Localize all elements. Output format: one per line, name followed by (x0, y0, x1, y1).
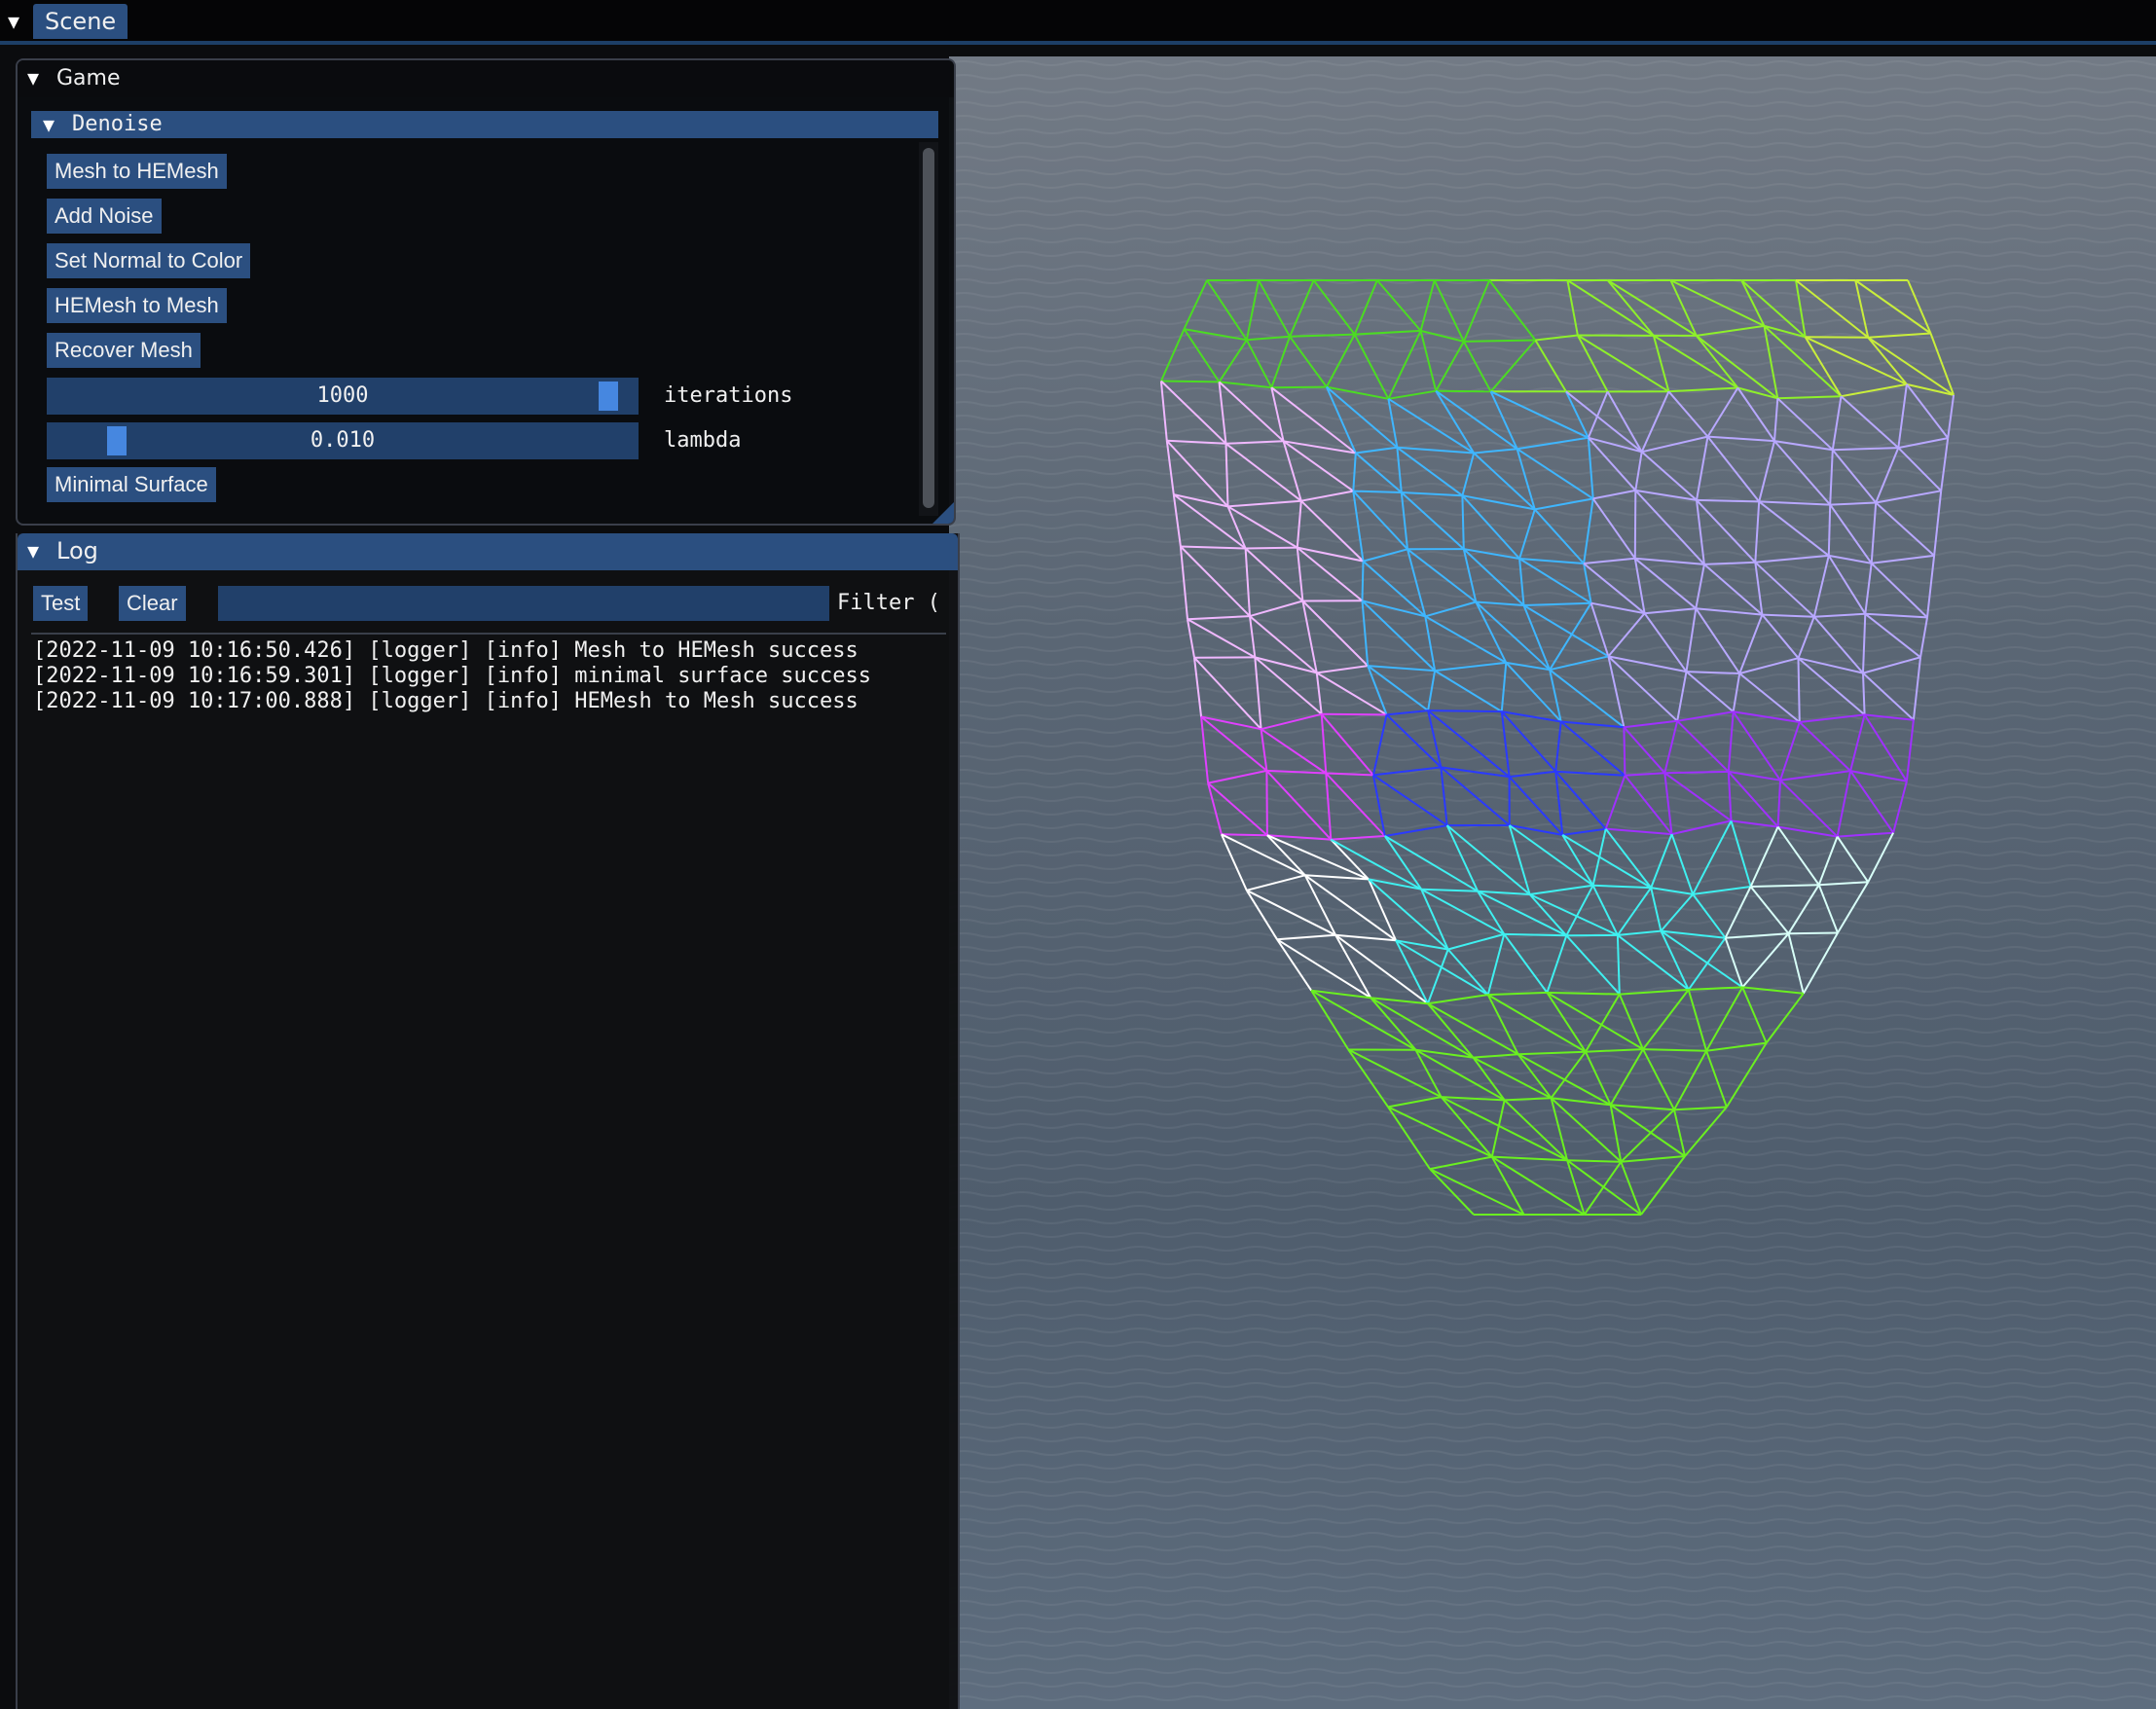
log-output: [2022-11-09 10:16:50.426] [logger] [info… (33, 638, 948, 714)
tab-scene[interactable]: Scene (33, 4, 128, 39)
mesh-edge (1827, 504, 1832, 556)
mesh-to-hemesh-button[interactable]: Mesh to HEMesh (47, 154, 227, 189)
game-scrollbar-thumb[interactable] (923, 148, 934, 508)
mesh-edge (1353, 490, 1402, 493)
game-window[interactable]: ▼ Game ▼ Denoise Mesh to HEMesh Add Nois… (16, 58, 956, 526)
iterations-label: iterations (664, 383, 793, 408)
minimal-surface-button[interactable]: Minimal Surface (47, 467, 216, 502)
denoise-section-header[interactable]: ▼ Denoise (31, 111, 938, 138)
lambda-label: lambda (664, 428, 742, 453)
mesh-edge (1265, 770, 1268, 836)
collapse-denoise-icon[interactable]: ▼ (43, 113, 55, 136)
menu-bar: ▼ Scene (0, 0, 2156, 45)
mesh-edge (1623, 727, 1626, 776)
mesh-edge (1461, 495, 1465, 550)
lambda-slider[interactable]: 0.010 (47, 422, 639, 459)
game-scrollbar[interactable] (919, 142, 938, 516)
scene-viewport[interactable] (949, 56, 2156, 1709)
log-line: [2022-11-09 10:16:59.301] [logger] [info… (33, 664, 871, 688)
log-window-title: Log (56, 537, 98, 564)
test-button[interactable]: Test (33, 586, 89, 621)
game-window-titlebar[interactable]: ▼ Game (18, 60, 954, 97)
mesh-edge (1221, 833, 1267, 837)
clear-button[interactable]: Clear (119, 586, 186, 621)
app-root: ▼ Scene ▼ Game ▼ Denoise Mesh to HEMesh … (0, 0, 2156, 1709)
mesh-edge (1797, 658, 1801, 723)
menu-toggle-icon[interactable]: ▼ (8, 12, 27, 31)
mesh-edge (1321, 712, 1387, 716)
collapse-log-icon[interactable]: ▼ (27, 541, 39, 561)
iterations-value: 1000 (316, 383, 369, 408)
hemesh-to-mesh-button[interactable]: HEMesh to Mesh (47, 288, 227, 323)
log-window[interactable]: ▼ Log Test Clear Filter ( [2022-11-09 10… (16, 533, 960, 1709)
viewport-canvas (949, 56, 2156, 1709)
mesh-edge (1664, 770, 1729, 775)
mesh-edge (1504, 932, 1567, 937)
game-resize-grip[interactable] (932, 502, 954, 524)
lambda-value: 0.010 (310, 428, 376, 453)
iterations-slider-grab[interactable] (598, 382, 618, 411)
filter-label: Filter ( (837, 591, 940, 615)
water-waves (949, 56, 2156, 1709)
add-noise-button[interactable]: Add Noise (47, 199, 162, 234)
mesh-edge (1436, 389, 1491, 393)
mesh-edge (1463, 339, 1536, 343)
set-normal-to-color-button[interactable]: Set Normal to Color (47, 243, 251, 278)
mesh-edge (1361, 561, 1365, 601)
denoise-section-title: Denoise (72, 112, 163, 136)
game-window-title: Game (56, 66, 121, 91)
mesh-edge (1428, 709, 1502, 713)
mesh-edge (1633, 490, 1637, 559)
collapse-game-icon[interactable]: ▼ (27, 68, 39, 88)
log-separator (31, 633, 946, 635)
mesh-edge (1271, 385, 1327, 389)
mesh-edge (1788, 931, 1839, 935)
log-line: [2022-11-09 10:17:00.888] [logger] [info… (33, 689, 859, 713)
filter-input[interactable] (218, 586, 829, 621)
lambda-slider-grab[interactable] (107, 426, 127, 455)
log-line: [2022-11-09 10:16:50.426] [logger] [info… (33, 638, 859, 663)
mesh-edge (1245, 546, 1297, 550)
recover-mesh-button[interactable]: Recover Mesh (47, 333, 201, 368)
log-window-titlebar[interactable]: ▼ Log (18, 533, 958, 570)
iterations-slider[interactable]: 1000 (47, 378, 639, 415)
